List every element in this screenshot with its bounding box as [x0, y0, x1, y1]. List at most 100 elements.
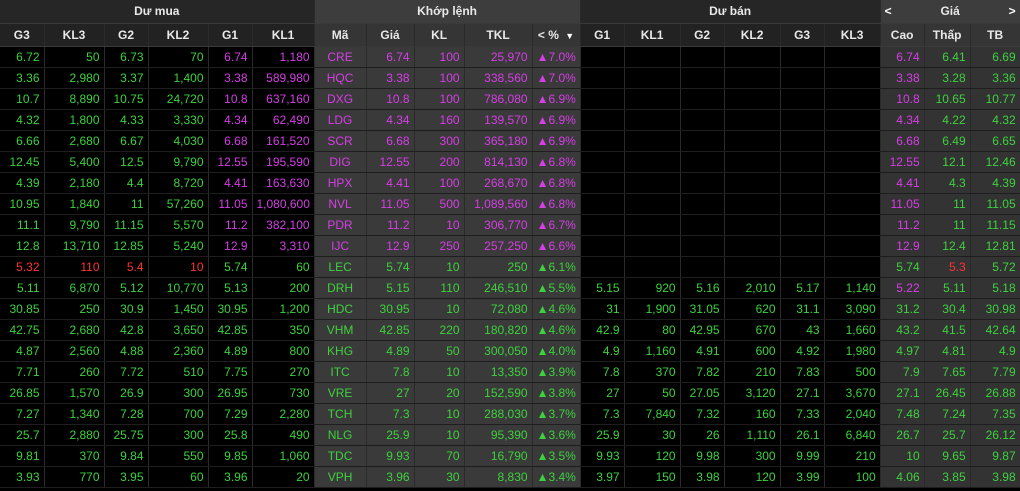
symbol-cell[interactable]: VPH — [314, 466, 367, 488]
table-row[interactable]: 30.85 250 30.9 1,450 30.95 1,200 HDC 30.95 10 72,… — [0, 298, 1020, 320]
bid-g3-cell: 10.7 — [0, 88, 45, 110]
high-price-cell: 3.38 — [880, 67, 925, 89]
symbol-cell[interactable]: TCH — [314, 403, 367, 425]
high-price-cell: 11.2 — [880, 214, 925, 236]
symbol-cell[interactable]: CRE — [314, 46, 367, 68]
table-row[interactable]: 5.32 110 5.4 10 5.74 60 LEC 5.74 10 250 ▲6.1% 5.74 5… — [0, 256, 1020, 278]
col-percent[interactable]: < % ▼ — [532, 23, 581, 47]
symbol-cell[interactable]: IJC — [314, 235, 367, 257]
total-volume-cell: 180,820 — [464, 319, 533, 341]
col-g3[interactable]: G3 — [0, 23, 45, 47]
percent-change-cell: ▲6.1% — [532, 256, 581, 278]
col-ask-kl3[interactable]: KL3 — [824, 23, 881, 47]
bid-g3-cell: 3.93 — [0, 466, 45, 488]
table-row[interactable]: 12.8 13,710 12.85 5,240 12.9 3,310 IJC 12.9 250 2… — [0, 235, 1020, 257]
table-row[interactable]: 3.36 2,980 3.37 1,400 3.38 589,980 HQC 3.38 100 3… — [0, 67, 1020, 89]
col-kl1[interactable]: KL1 — [252, 23, 315, 47]
bid-g3-cell: 7.71 — [0, 361, 45, 383]
table-row[interactable]: 6.72 50 6.73 70 6.74 1,180 CRE 6.74 100 25,970 ▲7.… — [0, 46, 1020, 68]
ask-kl1-cell: 1,900 — [624, 298, 681, 320]
bid-kl3-cell: 6,870 — [44, 277, 105, 299]
table-row[interactable]: 12.45 5,400 12.5 9,790 12.55 195,590 DIG 12.55 2… — [0, 151, 1020, 173]
col-ask-g2[interactable]: G2 — [680, 23, 725, 47]
col-kl2[interactable]: KL2 — [148, 23, 209, 47]
table-row[interactable]: 7.27 1,340 7.28 700 7.29 2,280 TCH 7.3 10 288,030… — [0, 403, 1020, 425]
match-price-cell: 10.8 — [366, 88, 415, 110]
bid-g2-cell: 3.95 — [104, 466, 149, 488]
table-row[interactable]: 42.75 2,680 42.8 3,650 42.85 350 VHM 42.85 220 18… — [0, 319, 1020, 341]
bid-g1-cell: 6.74 — [208, 46, 253, 68]
table-row[interactable]: 10.7 8,890 10.75 24,720 10.8 637,160 DXG 10.8 10… — [0, 88, 1020, 110]
symbol-cell[interactable]: DIG — [314, 151, 367, 173]
total-volume-cell: 8,830 — [464, 466, 533, 488]
col-ask-kl2[interactable]: KL2 — [724, 23, 781, 47]
symbol-cell[interactable]: DRH — [314, 277, 367, 299]
symbol-cell[interactable]: ITC — [314, 361, 367, 383]
high-price-cell: 6.68 — [880, 130, 925, 152]
ask-kl2-cell — [724, 46, 781, 68]
symbol-cell[interactable]: LDG — [314, 109, 367, 131]
symbol-cell[interactable]: VRE — [314, 382, 367, 404]
table-row[interactable]: 6.66 2,680 6.67 4,030 6.68 161,520 SCR 6.68 300 3… — [0, 130, 1020, 152]
col-average[interactable]: TB — [970, 23, 1020, 47]
match-price-cell: 9.93 — [366, 445, 415, 467]
table-row[interactable]: 9.81 370 9.84 550 9.85 1,060 TDC 9.93 70 16,790 ▲3… — [0, 445, 1020, 467]
table-row[interactable]: 26.85 1,570 26.9 300 26.95 730 VRE 27 20 152,590 ▲… — [0, 382, 1020, 404]
match-price-cell: 6.74 — [366, 46, 415, 68]
col-low[interactable]: Thấp — [924, 23, 971, 47]
col-total-volume[interactable]: TKL — [464, 23, 533, 47]
bid-g1-cell: 6.68 — [208, 130, 253, 152]
bid-kl2-cell: 300 — [148, 424, 209, 446]
symbol-cell[interactable]: VHM — [314, 319, 367, 341]
col-price[interactable]: Giá — [366, 23, 415, 47]
average-price-cell: 11.05 — [970, 193, 1020, 215]
price-prev-button[interactable]: < — [885, 4, 892, 18]
price-next-button[interactable]: > — [1009, 4, 1016, 18]
sort-desc-icon[interactable]: ▼ — [565, 31, 574, 41]
col-g2[interactable]: G2 — [104, 23, 149, 47]
ask-kl3-cell: 1,660 — [824, 319, 881, 341]
symbol-cell[interactable]: HQC — [314, 67, 367, 89]
ask-g1-cell: 4.9 — [580, 340, 625, 362]
table-row[interactable]: 4.32 1,800 4.33 3,330 4.34 62,490 LDG 4.34 160 13… — [0, 109, 1020, 131]
bid-g2-cell: 5.4 — [104, 256, 149, 278]
match-volume-cell: 10 — [414, 256, 465, 278]
table-row[interactable]: 4.87 2,560 4.88 2,360 4.89 800 KHG 4.89 50 300,05… — [0, 340, 1020, 362]
table-row[interactable]: 4.39 2,180 4.4 8,720 4.41 163,630 HPX 4.41 100 26… — [0, 172, 1020, 194]
col-kl3[interactable]: KL3 — [44, 23, 105, 47]
symbol-cell[interactable]: LEC — [314, 256, 367, 278]
pct-prev-button[interactable]: < — [538, 28, 545, 42]
symbol-cell[interactable]: DXG — [314, 88, 367, 110]
table-row[interactable]: 10.95 1,840 11 57,260 11.05 1,080,600 NVL 11.05… — [0, 193, 1020, 215]
symbol-cell[interactable]: NLG — [314, 424, 367, 446]
col-ask-kl1[interactable]: KL1 — [624, 23, 681, 47]
table-row[interactable]: 25.7 2,880 25.75 300 25.8 490 NLG 25.9 10 95,390 ▲… — [0, 424, 1020, 446]
col-ask-g3[interactable]: G3 — [780, 23, 825, 47]
ask-g3-cell: 5.17 — [780, 277, 825, 299]
symbol-cell[interactable]: KHG — [314, 340, 367, 362]
table-row[interactable]: 5.11 6,870 5.12 10,770 5.13 200 DRH 5.15 110 246,… — [0, 277, 1020, 299]
col-ask-g1[interactable]: G1 — [580, 23, 625, 47]
bid-g2-cell: 5.12 — [104, 277, 149, 299]
col-symbol[interactable]: Mã — [314, 23, 367, 47]
col-volume[interactable]: KL — [414, 23, 465, 47]
symbol-cell[interactable]: SCR — [314, 130, 367, 152]
symbol-cell[interactable]: TDC — [314, 445, 367, 467]
table-row[interactable]: 3.93 770 3.95 60 3.96 20 VPH 3.96 30 8,830 ▲3.4% 3.… — [0, 466, 1020, 488]
bid-kl1-cell: 60 — [252, 256, 315, 278]
ask-g2-cell — [680, 109, 725, 131]
symbol-cell[interactable]: HPX — [314, 172, 367, 194]
symbol-cell[interactable]: NVL — [314, 193, 367, 215]
ask-kl1-cell — [624, 109, 681, 131]
table-row[interactable]: 7.71 260 7.72 510 7.75 270 ITC 7.8 10 13,350 ▲3.9%… — [0, 361, 1020, 383]
total-volume-cell: 306,770 — [464, 214, 533, 236]
ask-g1-cell — [580, 67, 625, 89]
high-price-cell: 4.06 — [880, 466, 925, 488]
symbol-cell[interactable]: HDC — [314, 298, 367, 320]
match-volume-cell: 10 — [414, 424, 465, 446]
col-g1[interactable]: G1 — [208, 23, 253, 47]
col-high[interactable]: Cao — [880, 23, 925, 47]
table-row[interactable]: 11.1 9,790 11.15 5,570 11.2 382,100 PDR 11.2 10 3… — [0, 214, 1020, 236]
symbol-cell[interactable]: PDR — [314, 214, 367, 236]
ask-kl1-cell — [624, 235, 681, 257]
